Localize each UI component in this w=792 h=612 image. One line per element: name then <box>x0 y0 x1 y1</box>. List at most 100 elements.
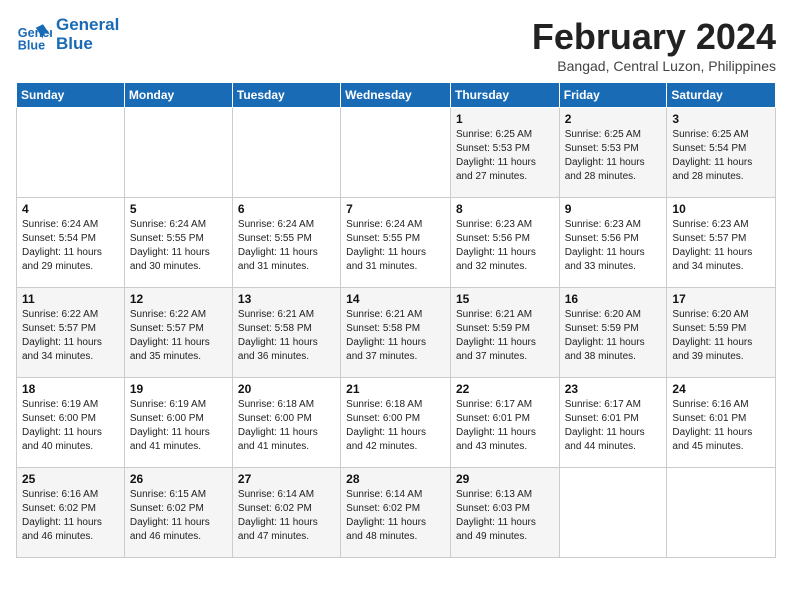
day-info: Sunrise: 6:25 AM Sunset: 5:53 PM Dayligh… <box>565 128 662 184</box>
day-number: 4 <box>22 202 119 216</box>
day-info: Sunrise: 6:24 AM Sunset: 5:55 PM Dayligh… <box>238 218 335 274</box>
day-info: Sunrise: 6:25 AM Sunset: 5:53 PM Dayligh… <box>456 128 554 184</box>
day-info: Sunrise: 6:15 AM Sunset: 6:02 PM Dayligh… <box>130 488 227 544</box>
logo: General Blue General Blue <box>16 16 119 53</box>
day-info: Sunrise: 6:14 AM Sunset: 6:02 PM Dayligh… <box>238 488 335 544</box>
calendar-cell <box>17 108 125 198</box>
day-info: Sunrise: 6:18 AM Sunset: 6:00 PM Dayligh… <box>346 398 445 454</box>
calendar-cell: 18Sunrise: 6:19 AM Sunset: 6:00 PM Dayli… <box>17 378 125 468</box>
day-info: Sunrise: 6:13 AM Sunset: 6:03 PM Dayligh… <box>456 488 554 544</box>
day-number: 3 <box>672 112 770 126</box>
day-info: Sunrise: 6:25 AM Sunset: 5:54 PM Dayligh… <box>672 128 770 184</box>
day-info: Sunrise: 6:18 AM Sunset: 6:00 PM Dayligh… <box>238 398 335 454</box>
day-number: 12 <box>130 292 227 306</box>
calendar-cell: 4 Sunrise: 6:24 AM Sunset: 5:54 PM Daylig… <box>17 198 125 288</box>
day-number: 27 <box>238 472 335 486</box>
calendar-cell: 14 Sunrise: 6:21 AM Sunset: 5:58 PM Dayli… <box>341 288 451 378</box>
day-number: 28 <box>346 472 445 486</box>
calendar-cell: 23 Sunrise: 6:17 AM Sunset: 6:01 PM Dayli… <box>559 378 667 468</box>
calendar-cell: 29 Sunrise: 6:13 AM Sunset: 6:03 PM Dayli… <box>450 468 559 558</box>
day-number: 7 <box>346 202 445 216</box>
calendar-cell: 3 Sunrise: 6:25 AM Sunset: 5:54 PM Daylig… <box>667 108 776 198</box>
calendar-cell: 28 Sunrise: 6:14 AM Sunset: 6:02 PM Dayli… <box>341 468 451 558</box>
calendar-cell: 26 Sunrise: 6:15 AM Sunset: 6:02 PM Dayli… <box>124 468 232 558</box>
calendar-cell <box>124 108 232 198</box>
logo-line1: General <box>56 16 119 35</box>
day-number: 17 <box>672 292 770 306</box>
day-number: 29 <box>456 472 554 486</box>
day-info: Sunrise: 6:21 AM Sunset: 5:58 PM Dayligh… <box>346 308 445 364</box>
day-info: Sunrise: 6:23 AM Sunset: 5:57 PM Dayligh… <box>672 218 770 274</box>
calendar-cell: 27 Sunrise: 6:14 AM Sunset: 6:02 PM Dayli… <box>232 468 340 558</box>
day-info: Sunrise: 6:20 AM Sunset: 5:59 PM Dayligh… <box>672 308 770 364</box>
calendar-cell: 17 Sunrise: 6:20 AM Sunset: 5:59 PM Dayli… <box>667 288 776 378</box>
day-info: Sunrise: 6:19 AM Sunset: 6:00 PM Dayligh… <box>130 398 227 454</box>
calendar-cell: 25 Sunrise: 6:16 AM Sunset: 6:02 PM Dayli… <box>17 468 125 558</box>
day-number: 23 <box>565 382 662 396</box>
title-block: February 2024 Bangad, Central Luzon, Phi… <box>532 16 776 74</box>
day-info: Sunrise: 6:17 AM Sunset: 6:01 PM Dayligh… <box>565 398 662 454</box>
calendar-cell <box>667 468 776 558</box>
day-number: 14 <box>346 292 445 306</box>
calendar-cell: 24Sunrise: 6:16 AM Sunset: 6:01 PM Dayli… <box>667 378 776 468</box>
day-number: 5 <box>130 202 227 216</box>
day-number: 8 <box>456 202 554 216</box>
day-number: 24 <box>672 382 770 396</box>
day-info: Sunrise: 6:14 AM Sunset: 6:02 PM Dayligh… <box>346 488 445 544</box>
calendar-cell: 19Sunrise: 6:19 AM Sunset: 6:00 PM Dayli… <box>124 378 232 468</box>
calendar-cell: 20 Sunrise: 6:18 AM Sunset: 6:00 PM Dayli… <box>232 378 340 468</box>
weekday-header-thursday: Thursday <box>450 83 559 108</box>
day-number: 2 <box>565 112 662 126</box>
weekday-header-monday: Monday <box>124 83 232 108</box>
calendar-table: SundayMondayTuesdayWednesdayThursdayFrid… <box>16 82 776 558</box>
weekday-header-friday: Friday <box>559 83 667 108</box>
day-number: 22 <box>456 382 554 396</box>
day-info: Sunrise: 6:21 AM Sunset: 5:59 PM Dayligh… <box>456 308 554 364</box>
calendar-cell: 5 Sunrise: 6:24 AM Sunset: 5:55 PM Daylig… <box>124 198 232 288</box>
day-info: Sunrise: 6:24 AM Sunset: 5:54 PM Dayligh… <box>22 218 119 274</box>
weekday-header-saturday: Saturday <box>667 83 776 108</box>
calendar-cell: 15 Sunrise: 6:21 AM Sunset: 5:59 PM Dayli… <box>450 288 559 378</box>
day-number: 25 <box>22 472 119 486</box>
day-number: 6 <box>238 202 335 216</box>
day-info: Sunrise: 6:23 AM Sunset: 5:56 PM Dayligh… <box>565 218 662 274</box>
month-title: February 2024 <box>532 16 776 58</box>
calendar-cell: 1 Sunrise: 6:25 AM Sunset: 5:53 PM Daylig… <box>450 108 559 198</box>
day-number: 21 <box>346 382 445 396</box>
page-header: General Blue General Blue February 2024 … <box>16 16 776 74</box>
location: Bangad, Central Luzon, Philippines <box>532 58 776 74</box>
day-info: Sunrise: 6:24 AM Sunset: 5:55 PM Dayligh… <box>130 218 227 274</box>
calendar-cell: 10 Sunrise: 6:23 AM Sunset: 5:57 PM Dayli… <box>667 198 776 288</box>
day-number: 13 <box>238 292 335 306</box>
calendar-cell: 21 Sunrise: 6:18 AM Sunset: 6:00 PM Dayli… <box>341 378 451 468</box>
calendar-cell: 16Sunrise: 6:20 AM Sunset: 5:59 PM Dayli… <box>559 288 667 378</box>
logo-line2: Blue <box>56 35 119 54</box>
calendar-cell: 12 Sunrise: 6:22 AM Sunset: 5:57 PM Dayli… <box>124 288 232 378</box>
day-info: Sunrise: 6:22 AM Sunset: 5:57 PM Dayligh… <box>130 308 227 364</box>
day-number: 15 <box>456 292 554 306</box>
calendar-cell: 6 Sunrise: 6:24 AM Sunset: 5:55 PM Daylig… <box>232 198 340 288</box>
calendar-cell <box>559 468 667 558</box>
calendar-cell: 13Sunrise: 6:21 AM Sunset: 5:58 PM Dayli… <box>232 288 340 378</box>
calendar-cell: 7 Sunrise: 6:24 AM Sunset: 5:55 PM Daylig… <box>341 198 451 288</box>
day-number: 26 <box>130 472 227 486</box>
weekday-header-sunday: Sunday <box>17 83 125 108</box>
calendar-cell: 8 Sunrise: 6:23 AM Sunset: 5:56 PM Daylig… <box>450 198 559 288</box>
day-number: 10 <box>672 202 770 216</box>
day-number: 20 <box>238 382 335 396</box>
day-number: 1 <box>456 112 554 126</box>
day-number: 11 <box>22 292 119 306</box>
calendar-cell <box>341 108 451 198</box>
day-info: Sunrise: 6:23 AM Sunset: 5:56 PM Dayligh… <box>456 218 554 274</box>
day-number: 18 <box>22 382 119 396</box>
calendar-cell <box>232 108 340 198</box>
day-info: Sunrise: 6:20 AM Sunset: 5:59 PM Dayligh… <box>565 308 662 364</box>
day-info: Sunrise: 6:24 AM Sunset: 5:55 PM Dayligh… <box>346 218 445 274</box>
calendar-cell: 22 Sunrise: 6:17 AM Sunset: 6:01 PM Dayli… <box>450 378 559 468</box>
weekday-header-wednesday: Wednesday <box>341 83 451 108</box>
day-info: Sunrise: 6:17 AM Sunset: 6:01 PM Dayligh… <box>456 398 554 454</box>
logo-icon: General Blue <box>16 17 52 53</box>
calendar-cell: 11Sunrise: 6:22 AM Sunset: 5:57 PM Dayli… <box>17 288 125 378</box>
calendar-cell: 9Sunrise: 6:23 AM Sunset: 5:56 PM Daylig… <box>559 198 667 288</box>
day-info: Sunrise: 6:16 AM Sunset: 6:02 PM Dayligh… <box>22 488 119 544</box>
